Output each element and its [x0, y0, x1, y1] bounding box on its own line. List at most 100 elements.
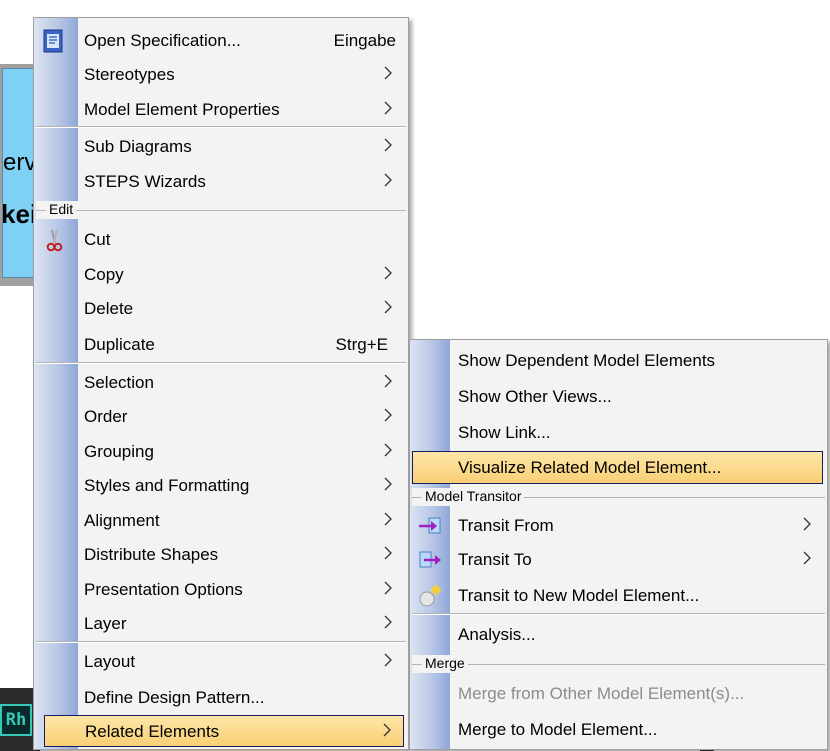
menu-item-label: Presentation Options	[84, 580, 243, 599]
menu-item-label: Layout	[84, 652, 136, 671]
chevron-right-icon	[384, 477, 392, 491]
menu-item-define-design-pattern[interactable]: Define Design Pattern...	[36, 681, 406, 715]
menu-item-label: Grouping	[84, 442, 154, 461]
menu-item-sub-diagrams[interactable]: Sub Diagrams	[36, 130, 406, 164]
menu-item-label: Define Design Pattern...	[84, 688, 265, 707]
new-model-element-icon	[419, 584, 442, 607]
menu-item-label: Merge from Other Model Element(s)...	[458, 684, 745, 703]
menu-item-label: STEPS Wizards	[84, 172, 206, 191]
chevron-right-icon	[384, 300, 392, 314]
chevron-right-icon	[803, 517, 811, 531]
menu-item-label: Styles and Formatting	[84, 476, 250, 495]
menu-group-edit: Edit	[36, 201, 406, 219]
chevron-right-icon	[384, 66, 392, 80]
menu-item-label: Show Other Views...	[458, 387, 612, 406]
submenu-item-merge-from-other-model-elements: Merge from Other Model Element(s)...	[412, 677, 825, 711]
menu-item-label: Show Link...	[458, 423, 551, 442]
chevron-right-icon	[384, 615, 392, 629]
menu-item-stereotypes[interactable]: Stereotypes	[36, 58, 406, 92]
submenu-item-transit-from[interactable]: Transit From	[412, 509, 825, 543]
transit-to-icon	[419, 551, 441, 568]
menu-item-grouping[interactable]: Grouping	[36, 435, 406, 469]
menu-item-duplicate[interactable]: Duplicate Strg+E	[36, 328, 406, 362]
chevron-right-icon	[384, 374, 392, 388]
menu-item-open-specification[interactable]: Open Specification... Eingabe	[36, 24, 406, 58]
menu-item-label: Selection	[84, 373, 154, 392]
chevron-right-icon	[384, 101, 392, 115]
menu-item-label: Transit to New Model Element...	[458, 586, 700, 605]
chevron-right-icon	[384, 173, 392, 187]
menu-item-label: Show Dependent Model Elements	[458, 351, 716, 370]
menu-item-copy[interactable]: Copy	[36, 258, 406, 292]
rhapsody-app-icon[interactable]: Rh	[0, 704, 32, 736]
menu-item-shortcut: Strg+E	[335, 335, 388, 354]
menu-item-label: Related Elements	[85, 722, 220, 741]
menu-item-alignment[interactable]: Alignment	[36, 504, 406, 538]
chevron-right-icon	[384, 546, 392, 560]
submenu-item-transit-to[interactable]: Transit To	[412, 543, 825, 577]
submenu-item-transit-to-new-model-element[interactable]: Transit to New Model Element...	[412, 579, 825, 613]
menu-item-label: Layer	[84, 614, 127, 633]
chevron-right-icon	[384, 512, 392, 526]
transit-from-icon	[419, 517, 441, 534]
menu-item-layout[interactable]: Layout	[36, 645, 406, 679]
submenu-group-merge: Merge	[412, 655, 825, 673]
chevron-right-icon	[384, 443, 392, 457]
menu-item-label: Merge to Model Element...	[458, 720, 658, 739]
menu-item-related-elements[interactable]: Related Elements	[44, 715, 404, 747]
chevron-right-icon	[384, 138, 392, 152]
menu-item-label: Open Specification...	[84, 31, 241, 50]
diagram-shape-text: erv	[3, 149, 37, 176]
menu-item-label: Distribute Shapes	[84, 545, 219, 564]
menu-item-label: Stereotypes	[84, 65, 175, 84]
menu-item-distribute-shapes[interactable]: Distribute Shapes	[36, 538, 406, 572]
menu-separator	[36, 641, 406, 643]
menu-group-label: Merge	[422, 655, 468, 672]
menu-group-line	[412, 664, 825, 665]
menu-item-selection[interactable]: Selection	[36, 366, 406, 400]
menu-item-label: Order	[84, 407, 128, 426]
submenu-item-analysis[interactable]: Analysis...	[412, 618, 825, 652]
menu-item-cut[interactable]: Cut	[36, 223, 406, 257]
menu-item-layer[interactable]: Layer	[36, 607, 406, 641]
menu-item-shortcut: Eingabe	[333, 31, 396, 50]
chevron-right-icon	[803, 551, 811, 565]
menu-separator	[36, 362, 406, 364]
scissors-icon	[46, 229, 63, 252]
menu-separator	[36, 126, 406, 128]
menu-item-delete[interactable]: Delete	[36, 292, 406, 326]
submenu-item-show-dependent-model-elements[interactable]: Show Dependent Model Elements	[412, 344, 825, 378]
submenu-item-merge-to-model-element[interactable]: Merge to Model Element...	[412, 713, 825, 747]
menu-separator	[412, 613, 825, 615]
submenu-item-show-other-views[interactable]: Show Other Views...	[412, 380, 825, 414]
menu-item-model-element-properties[interactable]: Model Element Properties	[36, 93, 406, 127]
menu-item-label: Visualize Related Model Element...	[458, 458, 722, 477]
chevron-right-icon	[384, 266, 392, 280]
menu-item-label: Copy	[84, 265, 124, 284]
menu-item-label: Duplicate	[84, 335, 155, 354]
submenu-item-show-link[interactable]: Show Link...	[412, 416, 825, 450]
menu-item-order[interactable]: Order	[36, 400, 406, 434]
submenu-group-model-transitor: Model Transitor	[412, 488, 825, 506]
related-elements-submenu: Show Dependent Model Elements Show Other…	[409, 339, 828, 750]
menu-item-label: Sub Diagrams	[84, 137, 192, 156]
chevron-right-icon	[383, 723, 391, 737]
context-menu: Open Specification... Eingabe Stereotype…	[33, 17, 409, 750]
menu-item-label: Transit From	[458, 516, 554, 535]
menu-item-styles-and-formatting[interactable]: Styles and Formatting	[36, 469, 406, 503]
chevron-right-icon	[384, 408, 392, 422]
menu-item-label: Alignment	[84, 511, 160, 530]
menu-item-label: Model Element Properties	[84, 100, 280, 119]
chevron-right-icon	[384, 653, 392, 667]
menu-item-label: Delete	[84, 299, 134, 318]
chevron-right-icon	[384, 581, 392, 595]
menu-item-label: Analysis...	[458, 625, 536, 644]
menu-item-label: Cut	[84, 230, 111, 249]
menu-group-label: Model Transitor	[422, 488, 525, 505]
submenu-item-visualize-related-model-element[interactable]: Visualize Related Model Element...	[412, 451, 823, 484]
menu-item-label: Transit To	[458, 550, 532, 569]
menu-group-label: Edit	[46, 201, 77, 218]
menu-item-steps-wizards[interactable]: STEPS Wizards	[36, 165, 406, 199]
menu-item-presentation-options[interactable]: Presentation Options	[36, 573, 406, 607]
menu-group-line	[36, 210, 406, 211]
